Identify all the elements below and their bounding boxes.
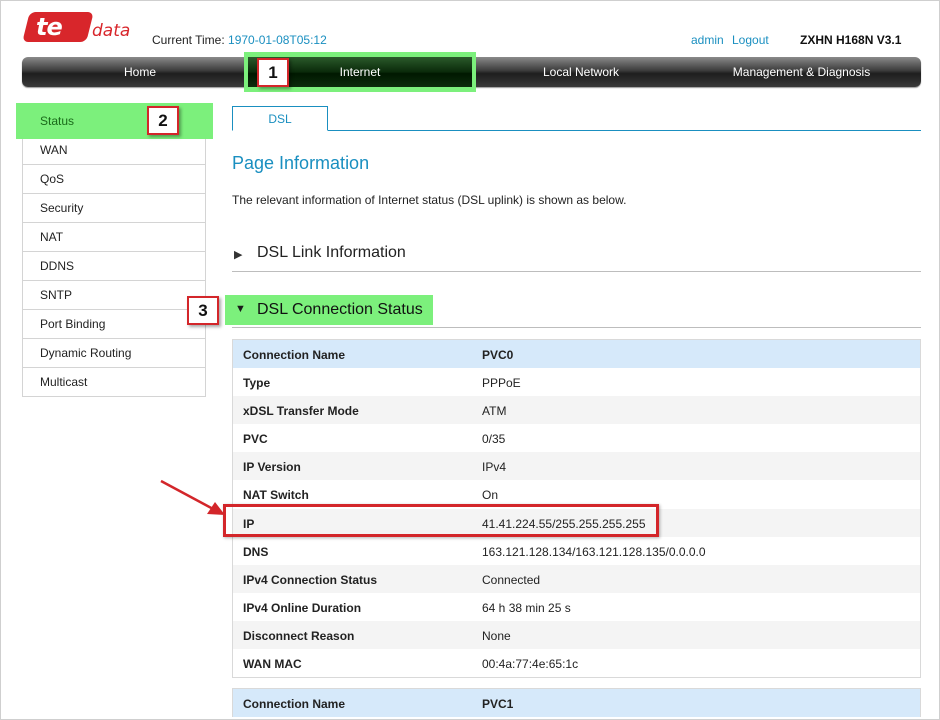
annotation-badge-3: 3: [187, 296, 219, 325]
table-row: Type PPPoE: [233, 368, 920, 397]
table-value: PPPoE: [482, 376, 521, 391]
annotation-badge-2: 2: [147, 106, 179, 135]
sidebar-active-highlight[interactable]: Status: [16, 103, 213, 139]
current-time-value: 1970-01-08T05:12: [228, 33, 327, 47]
page-description: The relevant information of Internet sta…: [232, 193, 627, 207]
table-row: PVC 0/35: [233, 424, 920, 453]
table-row: xDSL Transfer Mode ATM: [233, 396, 920, 425]
collapsed-arrow-icon: ▶: [234, 249, 243, 261]
table-row: Connection Name PVC1: [233, 689, 920, 718]
sidebar-item-ddns[interactable]: DDNS: [23, 252, 205, 281]
red-arrow-icon: [160, 479, 225, 515]
table-value: On: [482, 488, 499, 503]
table-value: Connected: [482, 572, 541, 587]
table-row: Connection Name PVC0: [233, 340, 920, 369]
tab-dsl[interactable]: DSL: [232, 106, 328, 131]
annotation-badge-1: 1: [257, 58, 289, 87]
table-value: 64 h 38 min 25 s: [482, 600, 571, 615]
nav-item-home[interactable]: Home: [22, 57, 258, 87]
nav-item-local-network[interactable]: Local Network: [480, 57, 682, 87]
table-key: NAT Switch: [243, 488, 309, 503]
table-value: ATM: [482, 404, 507, 419]
table-key: Disconnect Reason: [243, 628, 355, 643]
nav-item-management-diagnosis[interactable]: Management & Diagnosis: [682, 57, 921, 87]
table-row: WAN MAC 00:4a:77:4e:65:1c: [233, 649, 920, 678]
table-value: PVC1: [482, 697, 514, 711]
sidebar-item-dynamic-routing[interactable]: Dynamic Routing: [23, 339, 205, 368]
current-time-label: Current Time:: [152, 33, 225, 47]
table-key: PVC: [243, 432, 268, 447]
table-value: IPv4: [482, 460, 507, 475]
sidebar-item-qos[interactable]: QoS: [23, 165, 205, 194]
table-value: 163.121.128.134/163.121.128.135/0.0.0.0: [482, 544, 706, 559]
section-dsl-link-information[interactable]: ▶ DSL Link Information: [232, 240, 921, 272]
te-data-logo: te data: [22, 12, 136, 46]
sidebar-item-sntp[interactable]: SNTP: [23, 281, 205, 310]
logo-main-text: te: [36, 13, 63, 41]
logout-link[interactable]: Logout: [732, 33, 769, 47]
table-value: 0/35: [482, 432, 506, 447]
sidebar-item-wan[interactable]: WAN: [23, 136, 205, 165]
current-time: Current Time: 1970-01-08T05:12: [152, 33, 327, 47]
table-value: 00:4a:77:4e:65:1c: [482, 657, 579, 672]
logo-sub-text: data: [92, 21, 131, 41]
sidebar: WAN QoS Security NAT DDNS SNTP Port Bind…: [22, 106, 206, 397]
table-key: Type: [243, 376, 271, 391]
admin-link[interactable]: admin: [691, 33, 724, 47]
section-dsl-connection-status[interactable]: ▼ DSL Connection Status: [225, 295, 433, 325]
table-row: IP Version IPv4: [233, 452, 920, 481]
table-key: xDSL Transfer Mode: [243, 404, 359, 419]
table-key: WAN MAC: [243, 657, 302, 672]
table-key: IPv4 Online Duration: [243, 600, 362, 615]
tab-bar-line: [232, 130, 921, 131]
page-title: Page Information: [232, 153, 370, 173]
table-key: Connection Name: [243, 697, 346, 711]
table-key: DNS: [243, 544, 269, 559]
table-value: PVC0: [482, 348, 514, 362]
device-model: ZXHN H168N V3.1: [800, 33, 902, 47]
connection-status-table-pvc1: Connection Name PVC1: [232, 688, 921, 718]
table-row: Disconnect Reason None: [233, 620, 920, 650]
expanded-arrow-icon: ▼: [235, 303, 246, 315]
table-key: IP Version: [243, 460, 301, 475]
table-row: IPv4 Online Duration 64 h 38 min 25 s: [233, 592, 920, 621]
red-arrow-shaft: [160, 479, 216, 512]
table-row: DNS 163.121.128.134/163.121.128.135/0.0.0…: [233, 536, 920, 565]
sidebar-item-port-binding[interactable]: Port Binding: [23, 310, 205, 339]
sidebar-item-multicast[interactable]: Multicast: [23, 368, 205, 397]
sidebar-item-status-label: Status: [40, 114, 75, 128]
table-value: None: [482, 628, 511, 643]
ip-highlight-box: [223, 504, 659, 537]
table-key: Connection Name: [243, 348, 346, 362]
sidebar-item-nat[interactable]: NAT: [23, 223, 205, 252]
table-row: IPv4 Connection Status Connected: [233, 564, 920, 593]
sidebar-item-security[interactable]: Security: [23, 194, 205, 223]
section-dsl-connection-status-label: DSL Connection Status: [257, 301, 423, 318]
table-key: IPv4 Connection Status: [243, 572, 378, 587]
section-dsl-link-information-label: DSL Link Information: [257, 244, 406, 261]
